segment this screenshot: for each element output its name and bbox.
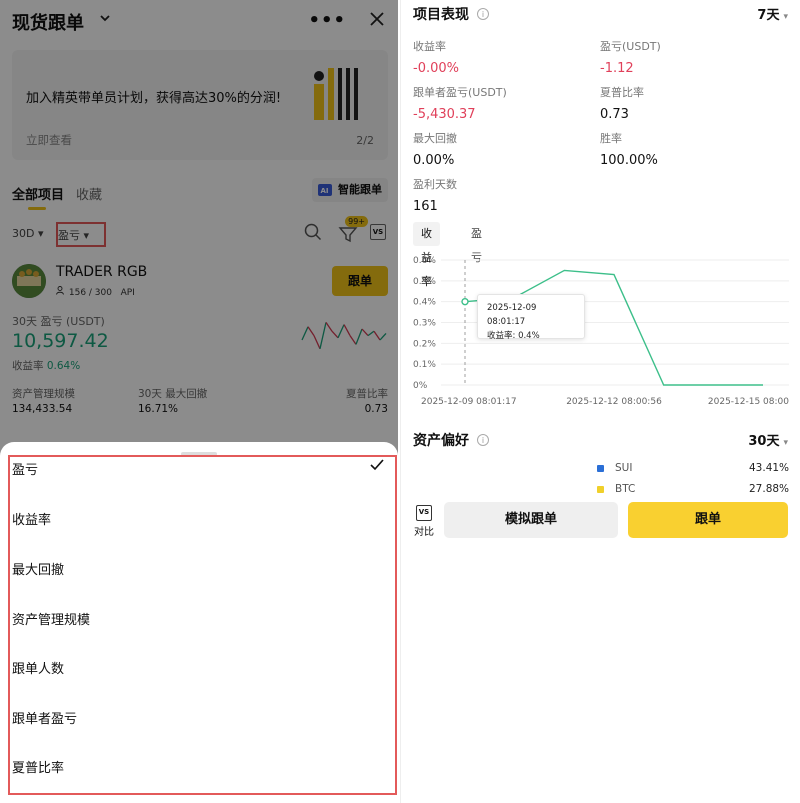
legend-swatch [597, 486, 604, 493]
info-icon[interactable]: i [477, 434, 489, 446]
metric-label: 最大回撤 [413, 132, 457, 145]
right-pane: 项目表现 i 7天 ▾ 收益率 -0.00% 盈亏(USDT) -1.12 跟单者盈亏… [400, 0, 800, 803]
metric-win-rate: 胜率 100.00% [600, 130, 658, 168]
tab-roi[interactable]: 收益率 [413, 222, 440, 288]
metric-label: 盈亏(USDT) [600, 40, 661, 53]
performance-period-select[interactable]: 7天 ▾ [757, 4, 788, 23]
y-tick-label: 0.1% [413, 360, 436, 370]
data-point[interactable] [461, 297, 469, 306]
period-value: 30天 [748, 434, 780, 449]
performance-title: 项目表现 [413, 7, 469, 23]
asset-name: BTC [615, 483, 636, 495]
asset-percent: 27.88% [749, 483, 790, 495]
metric-label: 盈利天数 [413, 178, 457, 191]
x-tick-label: 2025-12-15 08:00 [708, 397, 789, 407]
metric-value: -0.00% [413, 61, 459, 76]
simulate-copy-button[interactable]: 模拟跟单 [444, 502, 618, 538]
check-icon [370, 459, 384, 471]
metric-value: 100.00% [600, 153, 658, 168]
asset-period-select[interactable]: 30天 ▾ [748, 430, 788, 449]
x-tick-label: 2025-12-09 08:01:17 [421, 397, 517, 407]
sort-option-pnl[interactable]: 盈亏 [12, 459, 38, 478]
tooltip-date: 2025-12-09 08:01:17 [487, 303, 537, 327]
chart-tooltip: 2025-12-09 08:01:17 收益率: 0.4% [477, 294, 585, 341]
sort-sheet: 盈亏 收益率 最大回撤 资产管理规模 跟单人数 跟单者盈亏 夏普比率 [0, 442, 398, 803]
metric-value: 161 [413, 199, 438, 214]
y-tick-label: 0.4% [413, 298, 436, 308]
y-tick-label: 0.3% [413, 319, 436, 329]
asset-percent: 43.41% [749, 462, 790, 474]
y-tick-label: 0.6% [413, 256, 436, 266]
y-tick-label: 0.2% [413, 339, 436, 349]
metric-value: 0.00% [413, 153, 455, 168]
info-icon[interactable]: i [477, 8, 489, 20]
metric-value: 0.73 [600, 107, 629, 122]
sort-option-sharpe[interactable]: 夏普比率 [12, 757, 64, 776]
metric-label: 夏普比率 [600, 86, 644, 99]
compare-label: 对比 [414, 527, 434, 538]
period-value: 7天 [757, 8, 780, 23]
asset-name: SUI [615, 462, 633, 474]
y-tick-label: 0.5% [413, 277, 436, 287]
sort-option-roi[interactable]: 收益率 [12, 509, 51, 528]
compare-button[interactable]: VS 对比 [411, 505, 437, 541]
vs-icon: VS [416, 505, 432, 521]
metric-max-drawdown: 最大回撤 0.00% [413, 130, 457, 168]
metric-label: 胜率 [600, 132, 622, 145]
caret-down-icon: ▾ [783, 438, 788, 448]
y-tick-label: 0% [413, 381, 428, 391]
metric-label: 跟单者盈亏(USDT) [413, 86, 507, 99]
legend-swatch [597, 465, 604, 472]
metric-profit-days: 盈利天数 161 [413, 176, 457, 214]
sort-option-max-drawdown[interactable]: 最大回撤 [12, 559, 64, 578]
x-tick-label: 2025-12-12 08:00:56 [566, 397, 662, 407]
metric-roi: 收益率 -0.00% [413, 38, 459, 76]
sort-option-follower-pnl[interactable]: 跟单者盈亏 [12, 708, 77, 727]
metric-sharpe: 夏普比率 0.73 [600, 84, 644, 122]
asset-preference-title: 资产偏好 [413, 433, 469, 449]
roi-line-chart[interactable]: 0% 0.1% 0.2% 0.3% 0.4% 0.5% 0.6% 2025-12-09 08:… [401, 252, 800, 412]
metric-label: 收益率 [413, 40, 446, 53]
sort-option-aum[interactable]: 资产管理规模 [12, 609, 90, 628]
metric-follower-pnl: 跟单者盈亏(USDT) -5,430.37 [413, 84, 507, 122]
metric-value: -5,430.37 [413, 107, 476, 122]
sort-option-followers[interactable]: 跟单人数 [12, 658, 64, 677]
metric-value: -1.12 [600, 61, 634, 76]
tooltip-value: 收益率: 0.4% [487, 331, 540, 341]
caret-down-icon: ▾ [783, 12, 788, 22]
left-pane: 现货跟单 ••• 加入精英带单员计划，获得高达30%的分润! 立即查看 2/2 … [0, 0, 398, 803]
metric-pnl: 盈亏(USDT) -1.12 [600, 38, 661, 76]
follow-button[interactable]: 跟单 [628, 502, 788, 538]
